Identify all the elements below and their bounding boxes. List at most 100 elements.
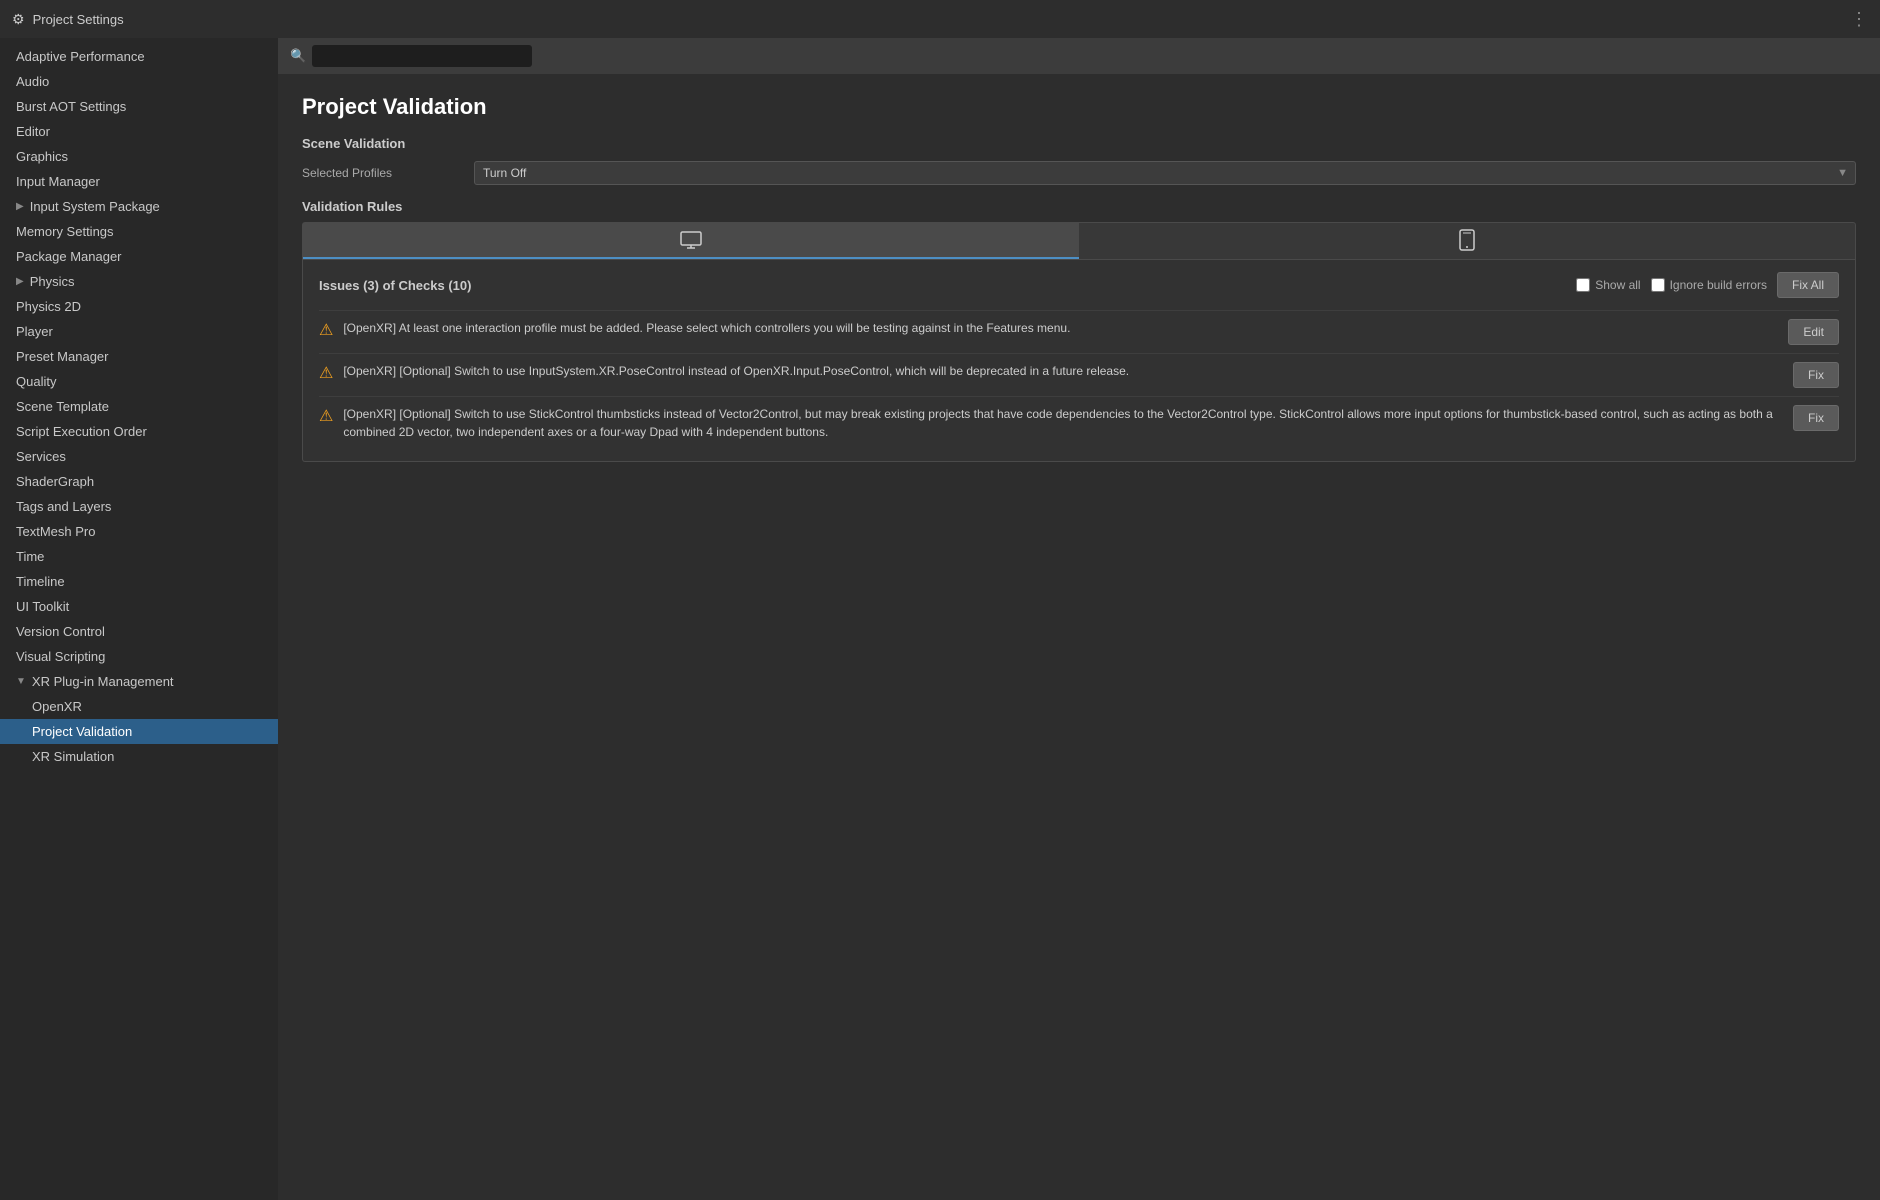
sidebar: Adaptive Performance Audio Burst AOT Setti… xyxy=(0,38,278,1200)
search-input[interactable] xyxy=(312,45,532,67)
sidebar-item-textmesh-pro[interactable]: TextMesh Pro xyxy=(0,519,278,544)
sidebar-label-preset-manager: Preset Manager xyxy=(16,349,109,364)
sidebar-label-graphics: Graphics xyxy=(16,149,68,164)
sidebar-item-xr-simulation[interactable]: XR Simulation xyxy=(0,744,278,769)
title-bar-left: ⚙ Project Settings xyxy=(12,11,124,28)
sidebar-item-adaptive-performance[interactable]: Adaptive Performance xyxy=(0,44,278,69)
sidebar-label-player: Player xyxy=(16,324,53,339)
sidebar-label-package-manager: Package Manager xyxy=(16,249,122,264)
show-all-group: Show all xyxy=(1576,278,1640,292)
fix-all-button[interactable]: Fix All xyxy=(1777,272,1839,298)
sidebar-item-openxr[interactable]: OpenXR xyxy=(0,694,278,719)
issues-panel: Issues (3) of Checks (10) Show all Ignor… xyxy=(302,260,1856,462)
issue-item-issue-3: ⚠ [OpenXR] [Optional] Switch to use Stick… xyxy=(319,396,1839,449)
sidebar-item-script-execution-order[interactable]: Script Execution Order xyxy=(0,419,278,444)
sidebar-label-input-system-package: Input System Package xyxy=(30,199,160,214)
sidebar-label-physics-2d: Physics 2D xyxy=(16,299,81,314)
expand-icon-input-system-package: ▶ xyxy=(16,201,24,212)
warning-icon-issue-3: ⚠ xyxy=(319,406,333,426)
platform-tab-desktop[interactable] xyxy=(303,223,1079,259)
page-title: Project Validation xyxy=(302,94,1856,120)
sidebar-item-preset-manager[interactable]: Preset Manager xyxy=(0,344,278,369)
issue-text-issue-1: [OpenXR] At least one interaction profil… xyxy=(343,319,1778,337)
fix-button-issue-3[interactable]: Fix xyxy=(1793,405,1839,431)
search-icon: 🔍 xyxy=(290,48,306,64)
sidebar-label-version-control: Version Control xyxy=(16,624,105,639)
sidebar-label-xr-plug-in-management: XR Plug-in Management xyxy=(32,674,174,689)
sidebar-item-time[interactable]: Time xyxy=(0,544,278,569)
expand-icon-physics: ▶ xyxy=(16,276,24,287)
sidebar-label-shadergraph: ShaderGraph xyxy=(16,474,94,489)
window-title: Project Settings xyxy=(33,12,124,27)
title-bar: ⚙ Project Settings ⋮ xyxy=(0,0,1880,38)
sidebar-label-time: Time xyxy=(16,549,44,564)
sidebar-label-openxr: OpenXR xyxy=(32,699,82,714)
issue-text-issue-3: [OpenXR] [Optional] Switch to use StickC… xyxy=(343,405,1783,441)
sidebar-item-input-manager[interactable]: Input Manager xyxy=(0,169,278,194)
sidebar-item-memory-settings[interactable]: Memory Settings xyxy=(0,219,278,244)
sidebar-item-project-validation[interactable]: Project Validation xyxy=(0,719,278,744)
expand-icon-xr-plug-in-management: ▼ xyxy=(16,676,26,687)
sidebar-item-physics[interactable]: ▶Physics xyxy=(0,269,278,294)
show-all-label: Show all xyxy=(1595,278,1640,292)
sidebar-item-quality[interactable]: Quality xyxy=(0,369,278,394)
issue-text-issue-2: [OpenXR] [Optional] Switch to use InputS… xyxy=(343,362,1783,380)
sidebar-item-package-manager[interactable]: Package Manager xyxy=(0,244,278,269)
sidebar-item-xr-plug-in-management[interactable]: ▼ XR Plug-in Management xyxy=(0,669,278,694)
sidebar-item-timeline[interactable]: Timeline xyxy=(0,569,278,594)
platform-tab-android[interactable] xyxy=(1079,223,1855,259)
issues-header: Issues (3) of Checks (10) Show all Ignor… xyxy=(319,272,1839,298)
sidebar-label-editor: Editor xyxy=(16,124,50,139)
sidebar-label-scene-template: Scene Template xyxy=(16,399,109,414)
sidebar-item-physics-2d[interactable]: Physics 2D xyxy=(0,294,278,319)
sidebar-item-version-control[interactable]: Version Control xyxy=(0,619,278,644)
title-bar-menu-icon[interactable]: ⋮ xyxy=(1850,9,1868,30)
ignore-build-errors-group: Ignore build errors xyxy=(1651,278,1767,292)
warning-icon-issue-2: ⚠ xyxy=(319,363,333,383)
sidebar-item-ui-toolkit[interactable]: UI Toolkit xyxy=(0,594,278,619)
sidebar-label-visual-scripting: Visual Scripting xyxy=(16,649,105,664)
scene-validation-title: Scene Validation xyxy=(302,136,1856,151)
content-area: 🔍 Project Validation Scene Validation Se… xyxy=(278,38,1880,1200)
sidebar-label-audio: Audio xyxy=(16,74,49,89)
content-body: Project Validation Scene Validation Sele… xyxy=(278,74,1880,1200)
sidebar-item-services[interactable]: Services xyxy=(0,444,278,469)
profile-dropdown[interactable]: Turn OffDefaultCustom xyxy=(474,161,1856,185)
ignore-build-errors-checkbox[interactable] xyxy=(1651,278,1665,292)
issues-list: ⚠ [OpenXR] At least one interaction profi… xyxy=(319,310,1839,449)
sidebar-item-player[interactable]: Player xyxy=(0,319,278,344)
sidebar-label-ui-toolkit: UI Toolkit xyxy=(16,599,69,614)
fix-button-issue-2[interactable]: Fix xyxy=(1793,362,1839,388)
issue-item-issue-2: ⚠ [OpenXR] [Optional] Switch to use Input… xyxy=(319,353,1839,396)
main-layout: Adaptive Performance Audio Burst AOT Setti… xyxy=(0,38,1880,1200)
selected-profiles-label: Selected Profiles xyxy=(302,166,462,180)
sidebar-label-memory-settings: Memory Settings xyxy=(16,224,114,239)
sidebar-item-tags-and-layers[interactable]: Tags and Layers xyxy=(0,494,278,519)
issue-item-issue-1: ⚠ [OpenXR] At least one interaction profi… xyxy=(319,310,1839,353)
sidebar-item-visual-scripting[interactable]: Visual Scripting xyxy=(0,644,278,669)
sidebar-label-timeline: Timeline xyxy=(16,574,65,589)
sidebar-label-quality: Quality xyxy=(16,374,56,389)
sidebar-item-graphics[interactable]: Graphics xyxy=(0,144,278,169)
platform-tabs xyxy=(302,222,1856,260)
show-all-checkbox[interactable] xyxy=(1576,278,1590,292)
edit-button-issue-1[interactable]: Edit xyxy=(1788,319,1839,345)
sidebar-item-input-system-package[interactable]: ▶ Input System Package xyxy=(0,194,278,219)
sidebar-label-xr-simulation: XR Simulation xyxy=(32,749,114,764)
warning-icon-issue-1: ⚠ xyxy=(319,320,333,340)
sidebar-label-adaptive-performance: Adaptive Performance xyxy=(16,49,145,64)
sidebar-item-audio[interactable]: Audio xyxy=(0,69,278,94)
sidebar-item-shadergraph[interactable]: ShaderGraph xyxy=(0,469,278,494)
sidebar-label-services: Services xyxy=(16,449,66,464)
sidebar-item-scene-template[interactable]: Scene Template xyxy=(0,394,278,419)
ignore-build-errors-label: Ignore build errors xyxy=(1670,278,1767,292)
gear-icon: ⚙ xyxy=(12,11,25,28)
issues-title: Issues (3) of Checks (10) xyxy=(319,278,1566,293)
sidebar-label-input-manager: Input Manager xyxy=(16,174,100,189)
sidebar-label-project-validation: Project Validation xyxy=(32,724,132,739)
sidebar-label-burst-aot-settings: Burst AOT Settings xyxy=(16,99,126,114)
sidebar-item-editor[interactable]: Editor xyxy=(0,119,278,144)
sidebar-label-textmesh-pro: TextMesh Pro xyxy=(16,524,95,539)
profile-dropdown-wrapper: Turn OffDefaultCustom ▼ xyxy=(474,161,1856,185)
sidebar-item-burst-aot-settings[interactable]: Burst AOT Settings xyxy=(0,94,278,119)
